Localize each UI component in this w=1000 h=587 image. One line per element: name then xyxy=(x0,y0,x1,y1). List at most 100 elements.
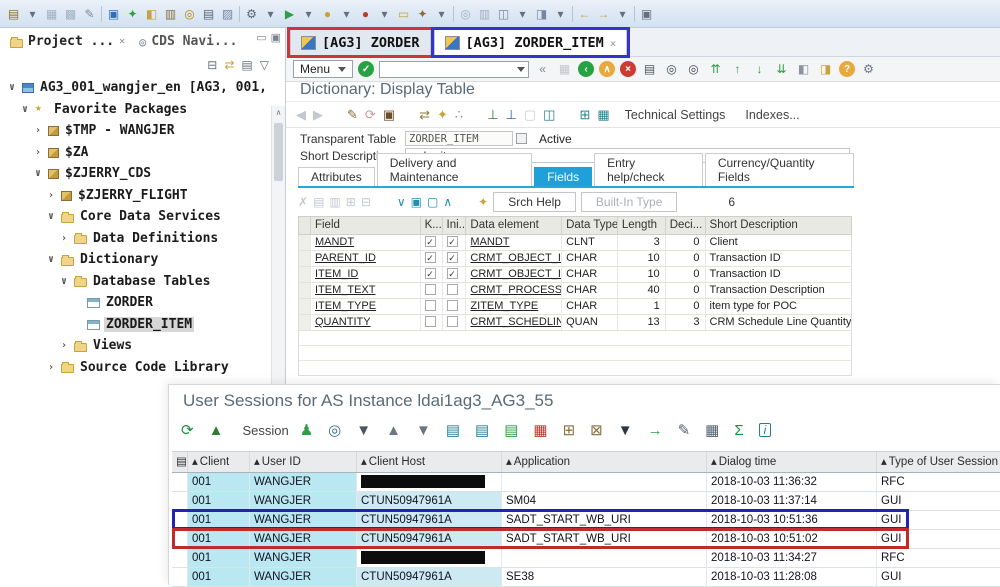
dictionary-tab[interactable]: Currency/Quantity Fields xyxy=(705,153,854,186)
toolbar-icon[interactable] xyxy=(453,6,454,22)
tree-item[interactable]: › $ZA xyxy=(0,142,285,164)
tree-expander-icon[interactable]: ∨ xyxy=(32,168,44,179)
transport-icon[interactable]: ⇄ xyxy=(419,108,430,121)
field-row[interactable]: PARENT_ID CRMT_OBJECT_ID_ CHAR 10 0 Tran… xyxy=(298,251,852,267)
row-selector[interactable] xyxy=(172,492,188,510)
row-selector[interactable] xyxy=(299,283,311,298)
perspective-dropdown-icon[interactable]: ▾ xyxy=(553,8,568,20)
sessions-toolbar-item[interactable]: ▲ xyxy=(209,423,228,438)
tree-expander-icon[interactable]: ∨ xyxy=(19,104,31,115)
copy-icon[interactable]: ▤ xyxy=(313,196,324,208)
fields-column-header[interactable]: Ini... xyxy=(443,217,467,234)
tree-item[interactable]: › $TMP - WANGJER xyxy=(0,120,285,142)
session-row[interactable]: 001 WANGJER 2018-10-03 11:34:27 RFC xyxy=(172,549,1000,568)
select-block-icon[interactable]: ▢ xyxy=(427,196,438,208)
row-selector[interactable] xyxy=(172,530,188,548)
sessions-toolbar-item[interactable]: i xyxy=(759,423,776,437)
tree-item[interactable]: ∨ Database Tables xyxy=(0,271,285,293)
initial-cell[interactable] xyxy=(443,315,467,330)
key-checkbox[interactable] xyxy=(425,268,436,279)
tree-expander-icon[interactable]: ∨ xyxy=(6,82,18,93)
abap-window-icon[interactable]: ◧ xyxy=(144,8,159,20)
cut-icon[interactable]: ✗ xyxy=(298,196,308,208)
tree-item[interactable]: › Data Definitions xyxy=(0,228,285,250)
back-icon[interactable]: ◀ xyxy=(296,108,306,121)
tree-item[interactable]: ∨ Dictionary xyxy=(0,249,285,271)
sessions-toolbar-item[interactable]: → xyxy=(648,423,667,438)
sort-hierarchy-icon[interactable]: ⊥ xyxy=(506,108,517,121)
dictionary-toolbar-button[interactable]: Indexes... xyxy=(737,108,807,122)
sessions-toolbar-item[interactable]: ⊠ xyxy=(590,423,607,438)
field-name-link[interactable]: ITEM_TYPE xyxy=(311,299,421,314)
save-icon[interactable]: ▦ xyxy=(44,8,59,20)
sessions-toolbar-item[interactable]: ♟ xyxy=(300,423,317,438)
dictionary-toolbar-button[interactable]: Technical Settings xyxy=(617,108,734,122)
find-next-icon[interactable]: ◎ xyxy=(685,61,702,78)
link-icon[interactable]: ◎ xyxy=(182,8,197,20)
collapse-all-icon[interactable]: ∧ xyxy=(443,196,452,208)
expand-all-icon[interactable]: ∨ xyxy=(397,196,406,208)
key-cell[interactable] xyxy=(421,251,443,266)
sessions-toolbar-item[interactable]: ▤ xyxy=(446,423,464,438)
abap-object-icon[interactable]: ▣ xyxy=(106,8,121,20)
chevron-down-icon[interactable] xyxy=(517,67,525,72)
new-session-icon[interactable]: ◧ xyxy=(795,61,812,78)
key-checkbox[interactable] xyxy=(425,316,436,327)
drag-handle-icon[interactable] xyxy=(516,133,527,144)
fields-column-header[interactable]: K... xyxy=(421,217,443,234)
data-element-link[interactable]: MANDT xyxy=(466,235,562,250)
initial-cell[interactable] xyxy=(443,267,467,282)
key-cell[interactable] xyxy=(421,267,443,282)
back-arrow-icon[interactable]: ← xyxy=(577,8,592,20)
sessions-toolbar-item[interactable]: ▤ xyxy=(504,423,522,438)
editor-tab[interactable]: [AG3] ZORDER_ITEM × xyxy=(434,29,628,56)
field-name-link[interactable]: ITEM_ID xyxy=(311,267,421,282)
view-menu-icon[interactable]: ▽ xyxy=(260,59,269,71)
row-selector[interactable] xyxy=(299,267,311,282)
data-element-link[interactable]: CRMT_PROCESS_DE_ xyxy=(466,283,562,298)
tab-project-explorer[interactable]: Project ... ✕ xyxy=(4,30,131,54)
key-checkbox[interactable] xyxy=(425,236,436,247)
documentation-icon[interactable]: ◫ xyxy=(543,108,555,121)
sessions-toolbar-item[interactable]: ▦ xyxy=(705,423,723,438)
table-name-field[interactable]: ZORDER_ITEM xyxy=(405,131,513,146)
paste-icon[interactable]: ▥ xyxy=(329,196,340,208)
fields-column-header[interactable]: Field xyxy=(311,217,421,234)
initial-checkbox[interactable] xyxy=(447,268,458,279)
row-selector[interactable] xyxy=(299,315,311,330)
field-name-link[interactable]: ITEM_TEXT xyxy=(311,283,421,298)
grid-select-all[interactable] xyxy=(299,217,311,234)
run-dropdown-icon[interactable]: ▾ xyxy=(301,8,316,20)
key-cell[interactable] xyxy=(421,315,443,330)
insert-row-icon[interactable]: ▣ xyxy=(411,196,422,208)
collapse-all-icon[interactable]: ⊟ xyxy=(207,59,217,71)
coverage-icon[interactable]: ● xyxy=(358,8,373,20)
debug-icon[interactable]: ⚙ xyxy=(244,8,259,20)
dictionary-tab[interactable]: Attributes xyxy=(298,167,375,186)
sessions-column-header[interactable]: ▴ Type of User Session xyxy=(877,452,1000,472)
field-name-link[interactable]: QUANTITY xyxy=(311,315,421,330)
field-row[interactable]: ITEM_ID CRMT_OBJECT_ID_ CHAR 10 0 Transa… xyxy=(298,267,852,283)
initial-cell[interactable] xyxy=(443,251,467,266)
tree-expander-icon[interactable]: › xyxy=(32,147,44,158)
initial-cell[interactable] xyxy=(443,299,467,314)
external-tools-dropdown-icon[interactable]: ▾ xyxy=(434,8,449,20)
create-shortcut-icon[interactable]: ◨ xyxy=(817,61,834,78)
initial-cell[interactable] xyxy=(443,283,467,298)
menu-button[interactable]: Menu xyxy=(293,60,353,78)
tree-expander-icon[interactable]: › xyxy=(45,362,57,373)
row-selector[interactable] xyxy=(172,473,188,491)
key-icon[interactable]: ✦ xyxy=(478,196,488,208)
session-row[interactable]: 001 WANGJER 2018-10-03 11:36:32 RFC xyxy=(172,473,1000,492)
open-folder-icon[interactable]: ▭ xyxy=(396,8,411,20)
row-selector[interactable] xyxy=(299,251,311,266)
row-selector[interactable] xyxy=(172,568,188,586)
tree-item[interactable]: › Source Code Library xyxy=(0,357,285,379)
tree-expander-icon[interactable]: ∨ xyxy=(58,276,70,287)
data-element-link[interactable]: CRMT_OBJECT_ID_ xyxy=(466,251,562,266)
sessions-column-header[interactable]: ▴ Dialog time xyxy=(707,452,877,472)
ok-check-icon[interactable]: ✓ xyxy=(358,61,374,77)
screenshot-icon[interactable]: ▣ xyxy=(639,8,654,20)
field-row[interactable]: QUANTITY CRMT_SCHEDLIN_Q_ QUAN 13 3 CRM … xyxy=(298,315,852,331)
fields-column-header[interactable]: Data element xyxy=(466,217,562,234)
